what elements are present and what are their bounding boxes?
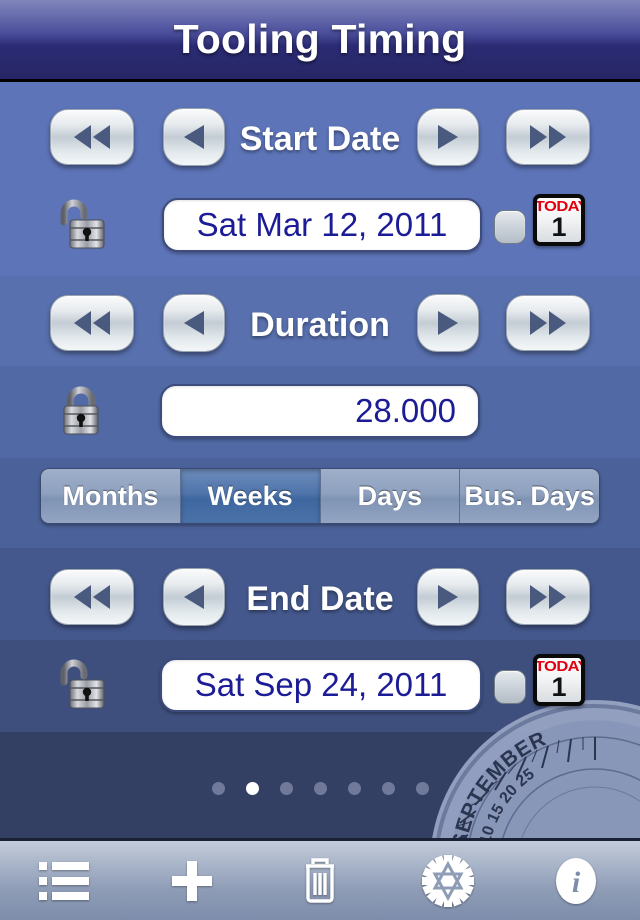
page-title: Tooling Timing bbox=[173, 16, 467, 62]
start-date-forward-button[interactable] bbox=[417, 108, 479, 166]
list-icon bbox=[39, 861, 89, 900]
list-button[interactable] bbox=[16, 849, 112, 913]
segment-months[interactable]: Months bbox=[41, 469, 181, 523]
page-dot[interactable] bbox=[381, 782, 395, 795]
end-date-fast-forward-button[interactable] bbox=[506, 569, 590, 625]
step-right-icon bbox=[438, 125, 458, 149]
start-date-checkbox[interactable] bbox=[494, 210, 526, 244]
end-date-value: Sat Sep 24, 2011 bbox=[194, 666, 448, 703]
start-date-value: Sat Mar 12, 2011 bbox=[196, 206, 448, 243]
duration-nav-row: Duration bbox=[0, 280, 640, 366]
gear-icon bbox=[422, 854, 474, 907]
page-dot[interactable] bbox=[415, 782, 429, 795]
end-date-nav-row: End Date bbox=[0, 554, 640, 640]
today-day-number: 1 bbox=[551, 212, 567, 242]
app-screen: Tooling Timing EPTEMBER 0 15 20 25 Start… bbox=[0, 0, 640, 920]
duration-unit-segmented-control: Months Weeks Days Bus. Days bbox=[40, 468, 600, 524]
add-button[interactable] bbox=[144, 849, 240, 913]
today-label: TODAY bbox=[534, 198, 585, 215]
padlock-closed-icon bbox=[63, 386, 99, 435]
bottom-toolbar: i bbox=[0, 838, 640, 920]
svg-text:i: i bbox=[572, 866, 581, 899]
delete-button[interactable] bbox=[272, 849, 368, 913]
end-date-lock-toggle[interactable] bbox=[48, 652, 114, 718]
padlock-open-icon bbox=[60, 199, 105, 249]
start-date-nav-row: Start Date bbox=[0, 94, 640, 180]
page-dot-active[interactable] bbox=[245, 782, 259, 795]
page-dot[interactable] bbox=[211, 782, 225, 795]
segment-bus-days[interactable]: Bus. Days bbox=[460, 469, 599, 523]
padlock-open-icon bbox=[60, 659, 105, 709]
title-bar: Tooling Timing bbox=[0, 0, 640, 82]
start-date-today-button[interactable]: TODAY 1 bbox=[533, 194, 585, 246]
info-icon: i bbox=[556, 857, 596, 904]
step-right-icon bbox=[438, 311, 458, 335]
trash-icon bbox=[306, 857, 334, 903]
segment-days[interactable]: Days bbox=[320, 469, 461, 523]
today-day-number: 1 bbox=[551, 672, 567, 702]
duration-fast-forward-button[interactable] bbox=[506, 295, 590, 351]
end-date-forward-button[interactable] bbox=[417, 568, 479, 626]
start-date-lock-toggle[interactable] bbox=[48, 192, 114, 258]
duration-input[interactable]: 28.000 bbox=[160, 384, 480, 438]
page-indicator bbox=[0, 782, 640, 795]
start-date-fast-forward-button[interactable] bbox=[506, 109, 590, 165]
start-date-input[interactable]: Sat Mar 12, 2011 bbox=[162, 198, 482, 252]
duration-value: 28.000 bbox=[355, 392, 456, 429]
page-dot[interactable] bbox=[279, 782, 293, 795]
page-dot[interactable] bbox=[347, 782, 361, 795]
duration-forward-button[interactable] bbox=[417, 294, 479, 352]
settings-button[interactable] bbox=[400, 849, 496, 913]
page-dot[interactable] bbox=[313, 782, 327, 795]
duration-field-row: 28.000 bbox=[0, 366, 640, 456]
end-date-today-button[interactable]: TODAY 1 bbox=[533, 654, 585, 706]
end-date-input[interactable]: Sat Sep 24, 2011 bbox=[160, 658, 482, 712]
step-right-icon bbox=[438, 585, 458, 609]
today-label: TODAY bbox=[534, 658, 585, 675]
forward-double-right-icon bbox=[530, 585, 566, 609]
end-date-checkbox[interactable] bbox=[494, 670, 526, 704]
forward-double-right-icon bbox=[530, 125, 566, 149]
forward-double-right-icon bbox=[530, 311, 566, 335]
segment-weeks[interactable]: Weeks bbox=[180, 469, 321, 523]
plus-icon bbox=[172, 860, 212, 901]
info-button[interactable]: i bbox=[528, 849, 624, 913]
duration-lock-toggle[interactable] bbox=[48, 378, 114, 444]
